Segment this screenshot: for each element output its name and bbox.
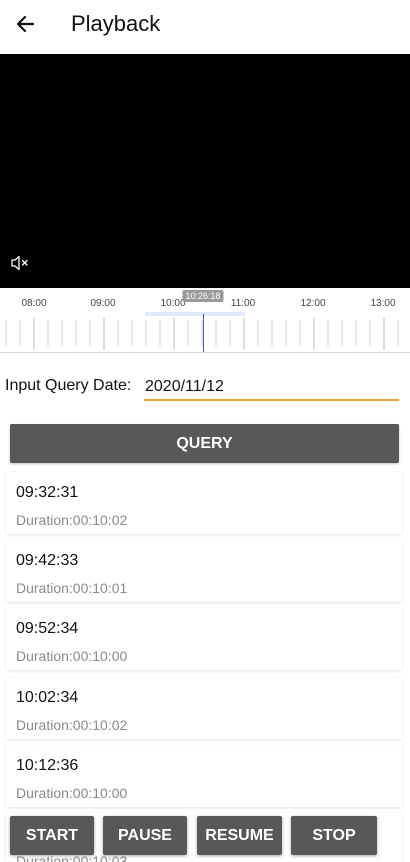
resume-button[interactable]: RESUME	[197, 816, 282, 855]
record-time: 10:02:34	[16, 689, 79, 706]
app-bar: Playback	[0, 0, 410, 54]
list-item[interactable]: 09:32:31 Duration:00:10:02	[6, 472, 402, 534]
list-item[interactable]: 10:12:36 Duration:00:10:00	[6, 745, 402, 807]
timeline-ticks	[0, 318, 410, 352]
record-duration: Duration:00:10:00	[16, 648, 128, 664]
speaker-muted-icon[interactable]	[10, 254, 30, 272]
query-date-input[interactable]	[144, 374, 399, 401]
record-time: 09:52:34	[16, 620, 79, 637]
record-duration: Duration:00:10:00	[16, 785, 128, 801]
back-arrow-icon[interactable]	[12, 10, 40, 38]
stop-button[interactable]: STOP	[291, 816, 377, 855]
timeline-current-time: 10:26:18	[182, 290, 224, 302]
query-date-label: Input Query Date:	[5, 377, 132, 394]
timeline-label: 09:00	[90, 298, 116, 309]
timeline-label: 08:00	[21, 298, 47, 309]
record-duration: Duration:00:10:02	[16, 717, 128, 733]
record-time: 09:32:31	[16, 484, 79, 501]
timeline-label: 11:00	[230, 298, 256, 309]
timeline-label: 13:00	[370, 298, 396, 309]
list-item[interactable]: 10:02:34 Duration:00:10:02	[6, 677, 402, 739]
page-title: Playback	[71, 11, 161, 36]
pause-button[interactable]: PAUSE	[103, 816, 187, 855]
record-duration: Duration:00:10:01	[16, 580, 128, 596]
timeline-label: 12:00	[300, 298, 326, 309]
timeline[interactable]: 08:00 09:00 10:00 11:00 12:00 13:00 10:2…	[0, 288, 410, 353]
record-time: 10:12:36	[16, 757, 79, 774]
timeline-recorded-segment	[145, 312, 245, 316]
list-item[interactable]: 09:52:34 Duration:00:10:00	[6, 608, 402, 670]
video-player[interactable]	[0, 54, 410, 288]
record-duration: Duration:00:10:02	[16, 512, 128, 528]
query-button[interactable]: QUERY	[10, 424, 399, 463]
record-list[interactable]: 09:32:31 Duration:00:10:02 09:42:33 Dura…	[0, 470, 410, 862]
list-item[interactable]: 09:42:33 Duration:00:10:01	[6, 540, 402, 602]
query-date-row: Input Query Date:	[5, 374, 405, 402]
start-button[interactable]: START	[10, 816, 94, 855]
timeline-cursor[interactable]	[203, 314, 204, 352]
record-time: 09:42:33	[16, 552, 79, 569]
